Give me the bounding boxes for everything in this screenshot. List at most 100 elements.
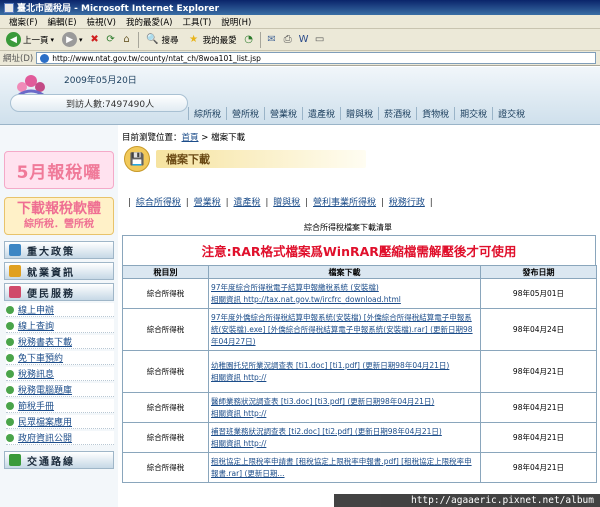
menu-view[interactable]: 檢視(V) (82, 16, 121, 28)
category-link-income-tax[interactable]: 綜合所得稅 (136, 198, 181, 208)
floppy-disk-icon: 💾 (124, 146, 150, 172)
home-icon[interactable]: ⌂ (120, 33, 134, 47)
history-icon[interactable]: ◔ (242, 33, 256, 47)
breadcrumb-home-link[interactable]: 首頁 (182, 133, 199, 143)
row-category: 綜合所得稅 (122, 452, 209, 483)
menu-bar: 檔案(F) 編輯(E) 檢視(V) 我的最愛(A) 工具(T) 說明(H) (0, 15, 600, 29)
sidebar-item-tax-handbook[interactable]: 節稅手冊 (6, 399, 114, 413)
row-date: 98年04月21日 (480, 350, 597, 393)
employment-icon (9, 265, 21, 277)
tab-business-tax[interactable]: 營業稅 (264, 107, 302, 120)
page-icon (40, 53, 50, 63)
row-download-cell: 租稅協定上限稅率申請書 [租稅協定上限稅率申報書.pdf] [租稅協定上限稅率申… (208, 452, 481, 483)
breadcrumb-current: 檔案下載 (211, 133, 246, 143)
ie-window-icon (4, 2, 14, 13)
sidebar-item-gov-info[interactable]: 政府資訊公開 (6, 431, 114, 445)
related-info-link[interactable]: 相關資訊 http://tax.nat.gov.tw/ircfrc_downlo… (211, 295, 401, 304)
download-link[interactable]: 97年度外僑綜合所得稅結算申報系統(安裝檔) [外僑綜合所得稅結算電子申報系統(… (211, 313, 473, 346)
tab-business-income-tax[interactable]: 營所稅 (226, 107, 264, 120)
download-link[interactable]: 幼稚園托兒所業況調查表 [ti1.doc] [ti1.pdf] (更新日期98年… (211, 361, 449, 370)
row-date: 98年04月21日 (480, 392, 597, 423)
favorites-button-label: 我的最愛 (202, 35, 237, 46)
visitor-count: 到訪人數:7497490人 (66, 99, 155, 110)
row-download-cell: 醫師業務狀況調查表 [ti3.doc] [ti3.pdf] (更新日期98年04… (208, 392, 481, 423)
category-link-corporate-tax[interactable]: 營利事業所得稅 (313, 198, 376, 208)
row-download-cell: 97年度外僑綜合所得稅結算申報系統(安裝檔) [外僑綜合所得稅結算電子申報系統(… (208, 308, 481, 351)
promo-tax-filing[interactable]: 5月報稅囉 (4, 151, 114, 189)
menu-help[interactable]: 說明(H) (216, 16, 256, 28)
promo-download-software[interactable]: 下載報稅軟體 綜所稅．營所稅 (4, 197, 114, 235)
bullet-icon (6, 321, 14, 330)
address-label: 網址(D) (3, 54, 34, 64)
search-button-label: 搜尋 (161, 35, 179, 46)
sidebar-item-label: 免下車預約 (18, 354, 64, 364)
bullet-icon (6, 337, 14, 346)
chevron-down-icon: ▾ (79, 35, 83, 44)
back-button-label: 上一頁 (23, 35, 49, 46)
favorites-button[interactable]: ★ 我的最愛 (184, 30, 240, 50)
forward-button[interactable]: ▶ ▾ (59, 30, 86, 50)
category-link-business-tax[interactable]: 營業稅 (194, 198, 221, 208)
row-date: 98年05月01日 (480, 278, 597, 309)
tab-futures-tax[interactable]: 期交稅 (454, 107, 492, 120)
back-button[interactable]: ◀ 上一頁 ▾ (3, 30, 57, 50)
bullet-icon (6, 433, 14, 442)
column-header-date: 發布日期 (480, 265, 597, 279)
bullet-icon (6, 353, 14, 362)
sidebar-item-tax-news[interactable]: 稅務訊息 (6, 367, 114, 381)
address-input[interactable]: http://www.ntat.gov.tw/county/ntat_ch/8w… (36, 52, 596, 64)
web-page: 2009年05月20日 到訪人數:7497490人 綜所稅 營所稅 營業稅 遺產… (0, 67, 600, 507)
discuss-icon[interactable]: ▭ (313, 33, 327, 47)
download-link[interactable]: 97年度綜合所得稅電子結算申報繳稅系統 (安裝檔) (211, 283, 379, 292)
sidebar-item-form-download[interactable]: 稅務書表下載 (6, 335, 114, 349)
category-link-estate-tax[interactable]: 遺產稅 (233, 198, 260, 208)
section-citizen-services[interactable]: 便民服務 (4, 283, 114, 301)
window-title: 臺北市國稅局 - Microsoft Internet Explorer (17, 4, 220, 14)
stop-icon[interactable]: ✖ (88, 33, 102, 47)
promo-download-subtitle: 綜所稅．營所稅 (24, 218, 94, 230)
table-row: 綜合所得稅 97年度外僑綜合所得稅結算申報系統(安裝檔) [外僑綜合所得稅結算電… (122, 308, 597, 351)
category-link-tax-admin[interactable]: 稅務行政 (389, 198, 425, 208)
tab-income-tax[interactable]: 綜所稅 (188, 107, 226, 120)
related-info-link[interactable]: 相關資訊 http:// (211, 373, 266, 382)
related-info-link[interactable]: 相關資訊 http:// (211, 409, 266, 418)
bullet-icon (6, 305, 14, 314)
menu-tools[interactable]: 工具(T) (177, 16, 216, 28)
tab-commodity-tax[interactable]: 貨物稅 (416, 107, 454, 120)
mail-icon[interactable]: ✉ (265, 33, 279, 47)
menu-file[interactable]: 檔案(F) (4, 16, 43, 28)
sidebar-item-label: 線上申辦 (18, 306, 55, 316)
refresh-icon[interactable]: ⟳ (104, 33, 118, 47)
download-link[interactable]: 補習班業務狀況調查表 [ti2.doc] [ti2.pdf] (更新日期98年0… (211, 427, 442, 436)
related-info-link[interactable]: 相關資訊 http:// (211, 439, 266, 448)
row-category: 綜合所得稅 (122, 278, 209, 309)
tab-securities-tax[interactable]: 證交稅 (492, 107, 530, 120)
search-button[interactable]: 🔍 搜尋 (143, 30, 182, 50)
menu-favorites[interactable]: 我的最愛(A) (121, 16, 177, 28)
tab-gift-tax[interactable]: 贈與稅 (340, 107, 378, 120)
forward-arrow-icon: ▶ (62, 32, 78, 47)
main-content: 目前瀏覽位置：首頁 > 檔案下載 💾 檔案下載 | 綜合所得稅 | 營業稅 | … (118, 125, 600, 507)
print-icon[interactable]: ⎙ (281, 33, 295, 47)
banner-date: 2009年05月20日 (64, 76, 137, 86)
services-icon (9, 286, 21, 298)
edit-icon[interactable]: W (297, 33, 311, 47)
section-transport[interactable]: 交通路線 (4, 451, 114, 469)
table-row: 綜合所得稅 97年度綜合所得稅電子結算申報繳稅系統 (安裝檔) 相關資訊 http… (122, 278, 597, 309)
section-major-policy[interactable]: 重大政策 (4, 241, 114, 259)
section-employment-info[interactable]: 就業資訊 (4, 262, 114, 280)
sidebar-item-online-query[interactable]: 線上查詢 (6, 319, 114, 333)
star-icon: ★ (189, 34, 199, 45)
sidebar-item-online-apply[interactable]: 線上申辦 (6, 303, 114, 317)
download-link[interactable]: 醫師業務狀況調查表 [ti3.doc] [ti3.pdf] (更新日期98年04… (211, 397, 434, 406)
row-category: 綜合所得稅 (122, 308, 209, 351)
sidebar-item-drive-through[interactable]: 免下車預約 (6, 351, 114, 365)
download-link[interactable]: 租稅協定上限稅率申請書 [租稅協定上限稅率申報書.pdf] [租稅協定上限稅率申… (211, 457, 472, 478)
tab-estate-tax[interactable]: 遺產稅 (302, 107, 340, 120)
category-link-gift-tax[interactable]: 贈與稅 (273, 198, 300, 208)
menu-edit[interactable]: 編輯(E) (43, 16, 82, 28)
sidebar-item-question-bank[interactable]: 稅務電腦題庫 (6, 383, 114, 397)
site-banner: 2009年05月20日 到訪人數:7497490人 綜所稅 營所稅 營業稅 遺產… (0, 67, 600, 125)
tab-tobacco-tax[interactable]: 菸酒稅 (378, 107, 416, 120)
sidebar-item-records[interactable]: 民眾檔案應用 (6, 415, 114, 429)
